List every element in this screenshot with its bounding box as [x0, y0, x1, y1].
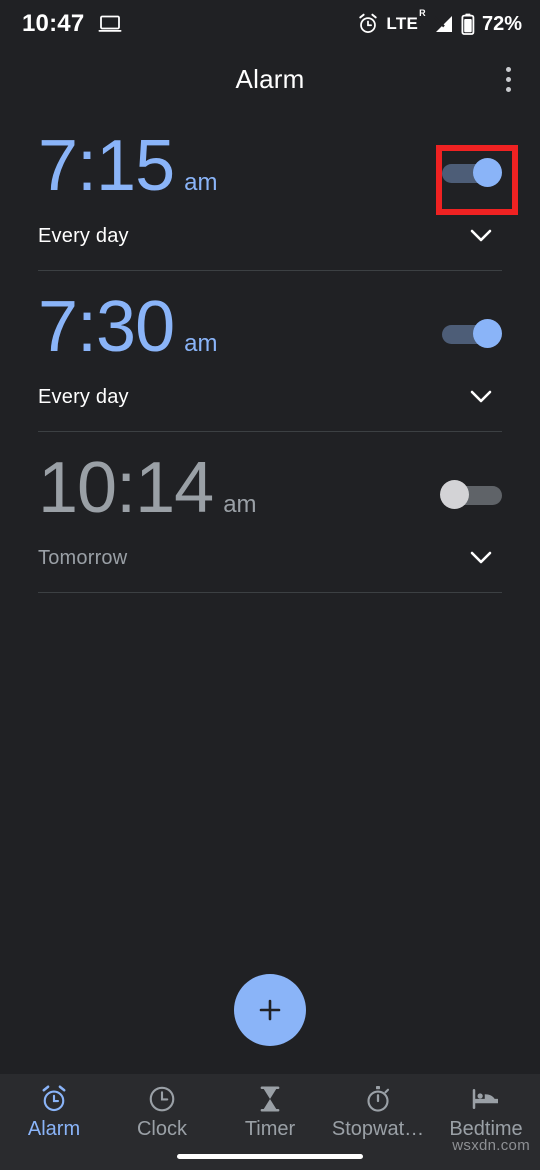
laptop-icon [98, 15, 122, 33]
alarm-time-meridiem: am [223, 491, 257, 518]
alarm-item[interactable]: 10:14 am Tomorrow [0, 432, 540, 592]
status-bar-right: LTER 72% [357, 8, 522, 36]
chevron-down-icon[interactable] [464, 541, 498, 575]
alarm-clock-icon [357, 13, 379, 35]
alarm-time-row: 7:30 am [38, 271, 502, 363]
alarm-time[interactable]: 10:14 am [38, 452, 257, 524]
alarm-time-digits: 7:30 [38, 287, 175, 367]
network-type-label: LTER [386, 8, 426, 33]
toggle-thumb [440, 480, 469, 509]
more-dot-icon [505, 86, 511, 92]
nav-label-clock: Clock [136, 1118, 187, 1140]
battery-icon [461, 13, 475, 35]
nav-item-timer[interactable]: Timer [216, 1084, 324, 1141]
status-bar: 10:47 LTER 72% [0, 0, 540, 48]
add-alarm-button[interactable] [234, 974, 306, 1046]
alarm-clock-icon [39, 1084, 69, 1114]
alarm-time-meridiem: am [184, 169, 218, 196]
nav-label-alarm: Alarm [27, 1118, 81, 1140]
more-dot-icon [505, 66, 511, 72]
page-title: Alarm [235, 63, 305, 94]
alarm-time-digits: 10:14 [38, 448, 214, 528]
alarm-repeat-label: Every day [38, 385, 129, 408]
more-dot-icon [505, 76, 511, 82]
alarm-time-row: 7:15 am [38, 110, 502, 202]
nav-item-clock[interactable]: Clock [108, 1084, 216, 1141]
plus-icon [256, 996, 284, 1024]
bottom-navigation: Alarm Clock Timer Stopwat… Bedtime wsxdn… [0, 1074, 540, 1170]
alarm-time-meridiem: am [184, 330, 218, 357]
gesture-navigation-bar[interactable] [177, 1154, 363, 1159]
status-bar-clock: 10:47 [22, 10, 85, 37]
alarm-item[interactable]: 7:30 am Every day [0, 271, 540, 431]
alarm-repeat-row: Every day [38, 363, 502, 431]
stopwatch-icon [363, 1084, 393, 1114]
toggle-thumb [473, 158, 502, 187]
alarm-time-digits: 7:15 [38, 126, 175, 206]
toggle-thumb [473, 319, 502, 348]
alarm-toggle-0[interactable] [440, 156, 502, 190]
alarm-repeat-row: Every day [38, 202, 502, 270]
signal-bars-icon [432, 14, 454, 34]
alarm-repeat-label: Every day [38, 224, 129, 247]
alarm-time[interactable]: 7:30 am [38, 291, 217, 363]
alarm-list: 7:15 am Every day 7:30 am Every day 10:1… [0, 110, 540, 593]
list-divider [38, 592, 502, 593]
bed-icon [471, 1084, 501, 1114]
nav-label-timer: Timer [244, 1118, 296, 1140]
alarm-time[interactable]: 7:15 am [38, 130, 217, 202]
watermark: wsxdn.com [452, 1137, 530, 1154]
chevron-down-icon[interactable] [464, 380, 498, 414]
alarm-toggle-1[interactable] [440, 317, 502, 351]
hourglass-icon [255, 1084, 285, 1114]
alarm-repeat-row: Tomorrow [38, 524, 502, 592]
status-bar-left: 10:47 [22, 10, 122, 38]
clock-icon [147, 1084, 177, 1114]
chevron-down-icon[interactable] [464, 219, 498, 253]
alarm-time-row: 10:14 am [38, 432, 502, 524]
nav-item-stopwatch[interactable]: Stopwat… [324, 1084, 432, 1141]
alarm-toggle-2[interactable] [440, 478, 502, 512]
nav-item-alarm[interactable]: Alarm [0, 1084, 108, 1141]
overflow-menu-button[interactable] [476, 48, 540, 110]
app-bar: Alarm [0, 48, 540, 110]
nav-label-stopwatch: Stopwat… [331, 1118, 425, 1140]
battery-percent-label: 72% [481, 12, 522, 35]
alarm-repeat-label: Tomorrow [38, 546, 128, 569]
nav-item-bedtime[interactable]: Bedtime [432, 1084, 540, 1141]
alarm-item[interactable]: 7:15 am Every day [0, 110, 540, 270]
